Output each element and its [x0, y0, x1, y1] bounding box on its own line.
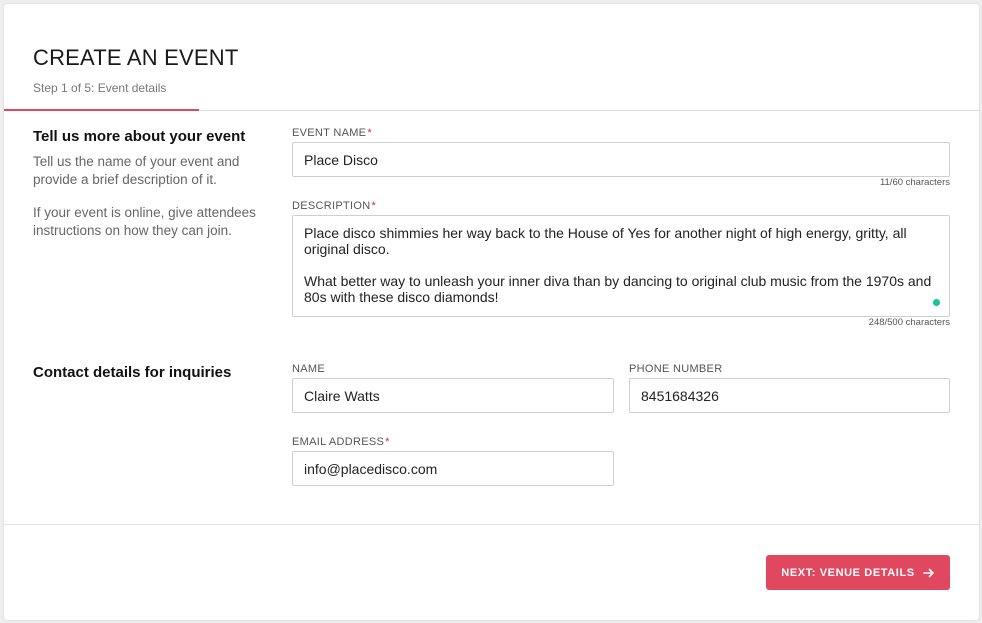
event-section-paragraph-1: Tell us the name of your event and provi… [33, 154, 240, 187]
event-name-char-counter: 11/60 characters [879, 177, 950, 188]
phone-number-label: PHONE NUMBER [629, 363, 723, 375]
phone-number-input[interactable] [629, 378, 950, 413]
arrow-right-icon [922, 567, 935, 579]
description-label-text: DESCRIPTION [292, 200, 371, 212]
contact-section-heading: Contact details for inquiries [33, 364, 232, 381]
email-address-label-text: EMAIL ADDRESS [292, 436, 385, 448]
footer-divider [4, 524, 979, 525]
contact-name-input[interactable] [292, 378, 614, 413]
description-label: DESCRIPTION* [292, 200, 376, 212]
next-button-label: NEXT: VENUE DETAILS [781, 566, 915, 579]
email-address-label: EMAIL ADDRESS* [292, 436, 390, 448]
required-marker: * [385, 436, 390, 448]
description-char-counter: 248/500 characters [868, 317, 950, 328]
event-section-heading: Tell us more about your event [33, 128, 246, 145]
next-venue-details-button[interactable]: NEXT: VENUE DETAILS [766, 555, 950, 590]
contact-name-label: NAME [292, 363, 325, 375]
progress-bar-fill [4, 109, 199, 111]
required-marker: * [367, 127, 372, 139]
email-address-input[interactable] [292, 451, 614, 486]
page-title: CREATE AN EVENT [33, 45, 239, 70]
step-indicator: Step 1 of 5: Event details [33, 81, 167, 95]
create-event-card: CREATE AN EVENT Step 1 of 5: Event detai… [4, 4, 979, 620]
grammar-check-dot-icon[interactable] [933, 299, 940, 306]
event-name-input[interactable] [292, 142, 950, 177]
required-marker: * [371, 200, 377, 212]
description-textarea[interactable] [292, 215, 950, 317]
event-name-label-text: EVENT NAME [292, 127, 367, 139]
event-name-label: EVENT NAME* [292, 127, 372, 139]
event-section-paragraph-2: If your event is online, give attendees … [33, 205, 256, 238]
